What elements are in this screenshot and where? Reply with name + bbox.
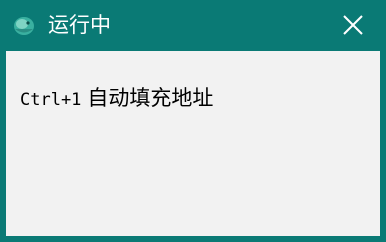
running-dialog: 运行中 Ctrl+1 自动填充地址: [0, 0, 386, 242]
app-icon: [12, 14, 36, 36]
shortcut-action: 自动填充地址: [87, 86, 214, 110]
close-button[interactable]: [338, 10, 368, 40]
shortcut-key: Ctrl+1: [20, 90, 82, 110]
dialog-content: Ctrl+1 自动填充地址: [6, 51, 380, 236]
close-icon: [343, 15, 363, 35]
window-title: 运行中: [48, 13, 111, 37]
title-bar[interactable]: 运行中: [0, 0, 386, 51]
status-message: Ctrl+1 自动填充地址: [20, 85, 213, 113]
